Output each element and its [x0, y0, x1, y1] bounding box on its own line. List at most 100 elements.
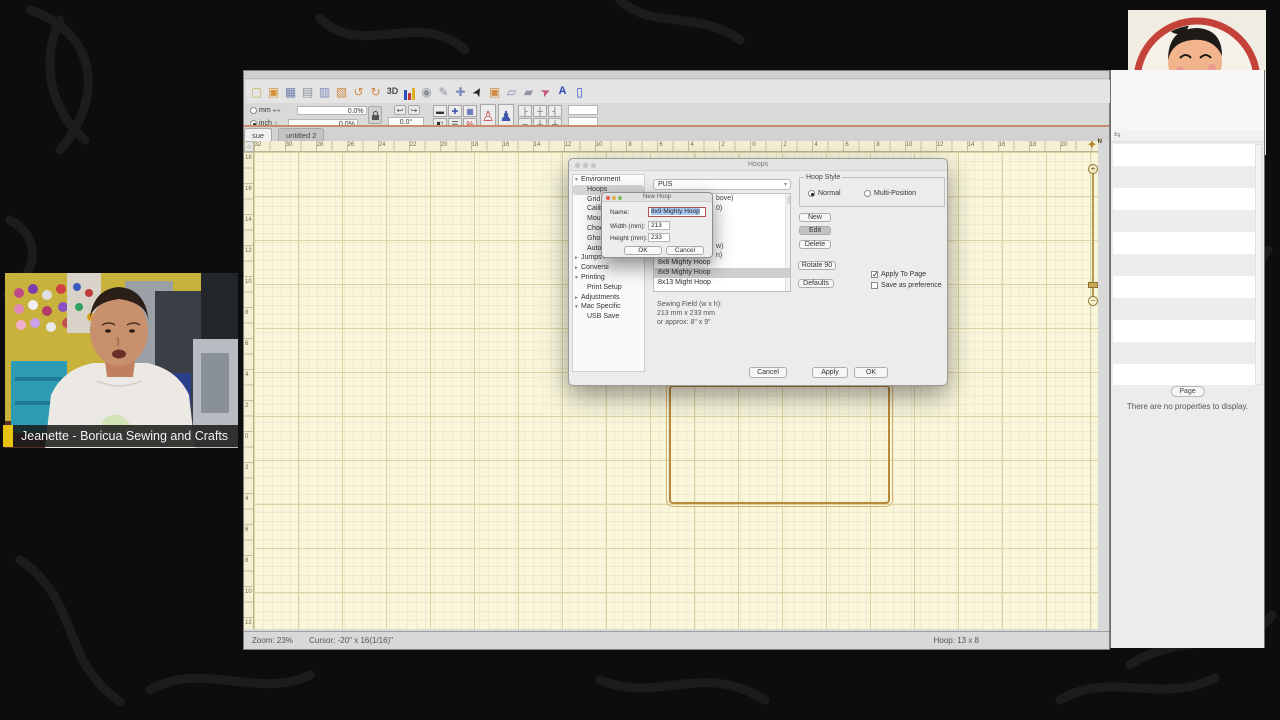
ruler-h-label: 32	[255, 142, 262, 148]
send-to-machine-icon[interactable]: ➤	[535, 81, 555, 102]
toolbar-controls: mm ⊷ 0.0% inch ↕ 0.0% ↩ ↪ 0.0° ▬✚▦◧☰% ♙	[246, 103, 1111, 125]
mm-radio[interactable]	[250, 107, 257, 114]
ruler-origin: ⌂	[244, 141, 254, 152]
scale-x-field[interactable]: 0.0%	[297, 106, 367, 115]
ruler-h-label: 16	[503, 142, 510, 148]
ruler-h-label: 24	[379, 142, 386, 148]
normal-radio[interactable]	[808, 190, 815, 197]
zoom-slider-track[interactable]	[1092, 172, 1094, 298]
hoop-outline[interactable]	[669, 385, 890, 504]
nametag-accent-bar	[3, 425, 13, 447]
tree-item-label: Adjustments	[581, 294, 620, 301]
new-file-icon[interactable]: ▢	[249, 84, 264, 100]
align-arrow-icon[interactable]: ┤	[548, 105, 562, 117]
rotate-90-button[interactable]: Rotate 90	[798, 261, 836, 270]
tree-item-label: Mac Specific	[581, 303, 621, 310]
zoom-slider[interactable]: + −	[1087, 164, 1099, 306]
properties-scrollbar[interactable]	[1255, 144, 1262, 385]
tree-item-environment[interactable]: ▾Environment	[573, 175, 644, 185]
edit-hoop-button[interactable]: Edit	[799, 226, 831, 235]
tree-item-usb-save[interactable]: USB Save	[573, 312, 644, 322]
zoom-slider-handle[interactable]	[1088, 282, 1098, 288]
align-arrow-icon[interactable]: ├	[518, 105, 532, 117]
ruler-v-label: 10	[245, 279, 252, 285]
delete-hoop-button[interactable]: Delete	[799, 240, 831, 249]
zoom-tool-icon[interactable]: ◉	[419, 84, 434, 100]
tree-item-print-setup[interactable]: Print Setup	[573, 283, 644, 293]
hoop-position-icon[interactable]: ✚	[453, 84, 468, 100]
apply-to-page-label: Apply To Page	[881, 271, 926, 278]
view-3d-icon[interactable]: 3D	[385, 84, 400, 100]
copy-design-icon[interactable]: ▧	[334, 84, 349, 100]
view-toggle-icon[interactable]: ▦	[463, 105, 477, 117]
prefs-cancel-button[interactable]: Cancel	[749, 367, 787, 378]
status-bar: Zoom: 23% Cursor: -20" x 16(1/16)" Hoop:…	[244, 631, 1109, 649]
hoop-list-item[interactable]: 8x13 Might Hoop	[654, 278, 790, 288]
mm-label: mm	[259, 107, 271, 114]
print-preview-icon[interactable]: ▥	[317, 84, 332, 100]
tree-item-mac-specific[interactable]: ▾Mac Specific	[573, 302, 644, 312]
redo-button[interactable]: ↪	[408, 105, 420, 115]
page-tab[interactable]: Page	[1170, 386, 1204, 397]
open-folder-icon[interactable]: ▣	[266, 84, 281, 100]
reshape-icon[interactable]: ▰	[521, 84, 536, 100]
toolbar-text-field-1[interactable]	[568, 105, 598, 115]
rotate-left-icon[interactable]: ↺	[351, 84, 366, 100]
ruler-v-label: 14	[245, 217, 252, 223]
zoom-out-icon[interactable]: −	[1088, 296, 1098, 306]
multi-position-radio[interactable]	[864, 190, 871, 197]
tree-item-adjustments[interactable]: ▸Adjustments	[573, 293, 644, 303]
object-properties-icon[interactable]: ▣	[487, 84, 502, 100]
align-arrow-icon[interactable]: ┼	[533, 105, 547, 117]
name-input[interactable]: 8x9 Mighty Hoop	[648, 207, 706, 217]
ruler-h-label: 4	[690, 142, 693, 148]
defaults-button[interactable]: Defaults	[798, 279, 834, 288]
notes-icon[interactable]: ▯	[572, 84, 587, 100]
rotate-right-icon[interactable]: ↻	[368, 84, 383, 100]
refresh-icon[interactable]: ⇆	[1114, 130, 1121, 139]
new-hoop-cancel-button[interactable]: Cancel	[666, 246, 704, 255]
save-as-preference-checkbox[interactable]	[871, 282, 878, 289]
tree-item-conversi[interactable]: ▸Conversi	[573, 263, 644, 273]
ruler-v-label: 8	[245, 310, 248, 316]
tab-sue[interactable]: sue	[244, 128, 272, 141]
stitch-chart-icon[interactable]	[402, 84, 417, 100]
machine-format-dropdown[interactable]: PUS	[653, 179, 791, 190]
tab-untitled-2[interactable]: untitled 2	[278, 128, 324, 141]
video-frame: Jeanette - Boricua Sewing and Crafts	[0, 0, 1280, 720]
webcam-video	[5, 273, 238, 448]
hoop-list-item[interactable]: 8x8 Mighty Hoop	[654, 258, 790, 268]
print-icon[interactable]: ▤	[300, 84, 315, 100]
transform-icon[interactable]: ▱	[504, 84, 519, 100]
ruler-h-label: 20	[441, 142, 448, 148]
hoop-list-item[interactable]: 8x9 Mighty Hoop	[654, 268, 790, 278]
tree-item-printing[interactable]: ▾Printing	[573, 273, 644, 283]
lettering-icon[interactable]: A	[555, 84, 570, 100]
select-pointer-icon[interactable]: ➤	[467, 81, 488, 102]
view-toggle-icon[interactable]: ✚	[448, 105, 462, 117]
zoom-in-icon[interactable]: +	[1088, 164, 1098, 174]
hoop-list-fragment: 0)	[716, 205, 722, 212]
measure-tool-icon[interactable]: ✎	[436, 84, 451, 100]
apply-to-page-checkbox[interactable]	[871, 271, 878, 278]
lock-aspect-button[interactable]	[368, 106, 382, 124]
view-toggle-icon[interactable]: ▬	[433, 105, 447, 117]
ruler-h-label: 30	[286, 142, 293, 148]
status-hoop: Hoop: 13 x 8	[934, 632, 979, 650]
new-hoop-ok-button[interactable]: OK	[624, 246, 662, 255]
new-hoop-button[interactable]: New	[799, 213, 831, 222]
ruler-h-label: 4	[814, 142, 817, 148]
undo-button[interactable]: ↩	[394, 105, 406, 115]
toolbar-icons: ▢▣▦▤▥▧↺↻3D◉✎✚➤▣▱▰➤A▯	[246, 80, 1111, 103]
tree-item-label: USB Save	[587, 313, 619, 320]
ruler-h: 3230282624222018161412108642024681012141…	[254, 141, 1098, 152]
ruler-h-label: 28	[317, 142, 324, 148]
webcam-scene	[5, 273, 238, 448]
ruler-h-label: 20	[1061, 142, 1068, 148]
prefs-apply-button[interactable]: Apply	[812, 367, 848, 378]
width-input[interactable]: 213	[648, 221, 670, 230]
properties-panel: ⇆ Page There are no properties to displa…	[1110, 70, 1265, 648]
height-input[interactable]: 233	[648, 233, 670, 242]
save-icon[interactable]: ▦	[283, 84, 298, 100]
prefs-ok-button[interactable]: OK	[854, 367, 888, 378]
